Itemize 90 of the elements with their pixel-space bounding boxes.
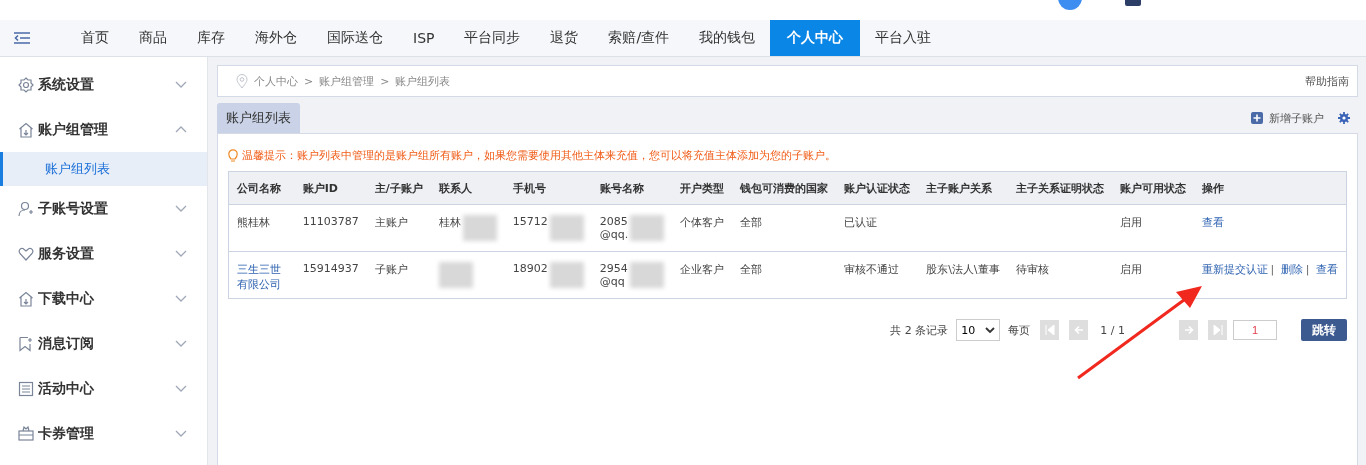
ticket-icon [18, 425, 34, 442]
column-header: 公司名称 [228, 171, 295, 205]
breadcrumb-separator: > [304, 74, 314, 88]
company-link[interactable]: 三生三世有限公司 [237, 262, 287, 292]
table-cell: 2954 @qq [599, 262, 628, 288]
action-link[interactable]: 查看 [1316, 263, 1338, 276]
prev-page-button[interactable] [1069, 320, 1089, 340]
table-cell: 18902 [512, 262, 548, 275]
right-arrow-icon [1183, 325, 1194, 335]
table-cell: 待审核 [1015, 262, 1049, 277]
table-cell: 2085 @qq. [599, 215, 629, 241]
nav-tab[interactable]: 海外仓 [240, 20, 312, 56]
list-icon [18, 380, 34, 397]
column-header: 主子关系证明状态 [1007, 171, 1112, 205]
jump-button[interactable]: 跳转 [1301, 319, 1347, 341]
nav-tab[interactable]: 首页 [66, 20, 124, 56]
table-cell: 审核不通过 [844, 262, 900, 277]
table-cell: 股东\法人\董事 [926, 262, 1000, 277]
lightbulb-icon [228, 148, 238, 163]
table-cell: 全部 [740, 215, 763, 230]
page-size-select[interactable]: 10 [956, 319, 1001, 341]
sidebar-subitem[interactable]: 账户组列表 [0, 152, 207, 186]
column-header: 账户认证状态 [836, 171, 919, 205]
user-icon [18, 200, 34, 217]
column-header: 开户类型 [672, 171, 733, 205]
table-cell: 个体客户 [680, 215, 725, 230]
last-page-icon [1212, 325, 1223, 335]
breadcrumb-link[interactable]: 账户组管理 [319, 73, 375, 89]
nav-tab[interactable]: 个人中心 [770, 20, 861, 56]
help-link[interactable]: 帮助指南 [1305, 73, 1349, 89]
last-page-button[interactable] [1208, 320, 1227, 340]
table-cell: 15914937 [302, 262, 359, 275]
table-cell: 启用 [1119, 262, 1142, 277]
column-header: 账号名称 [591, 171, 673, 205]
breadcrumb-link[interactable]: 账户组列表 [395, 73, 451, 89]
action-link[interactable]: 删除 [1280, 263, 1303, 276]
column-header: 联系人 [430, 171, 505, 205]
nav-tab[interactable]: 平台同步 [449, 20, 536, 56]
table-cell: 主账户 [374, 215, 408, 230]
nav-tab[interactable]: 商品 [124, 20, 182, 56]
house-icon [18, 121, 34, 138]
bookmark-icon [18, 335, 34, 352]
panel-tab[interactable]: 账户组列表 [217, 103, 300, 133]
nav-tab[interactable]: 国际送仓 [312, 20, 398, 56]
column-header: 账户ID [294, 171, 367, 205]
nav-tab[interactable]: ISP [398, 20, 450, 56]
settings-icon[interactable] [1338, 112, 1350, 124]
table-cell: 熊桂林 [237, 215, 270, 230]
action-link[interactable]: 查看 [1201, 216, 1224, 229]
column-header: 操作 [1193, 171, 1347, 205]
table-cell: 全部 [740, 262, 763, 277]
record-count: 共 2 条记录 [890, 322, 949, 338]
table-cell: 桂林 [438, 215, 461, 230]
column-header: 主/子账户 [366, 171, 431, 205]
nav-tab[interactable]: 库存 [182, 20, 240, 56]
column-header: 账户可用状态 [1111, 171, 1194, 205]
caret-icon [985, 327, 996, 333]
table-cell: 启用 [1119, 215, 1142, 230]
gear-icon [18, 76, 34, 93]
page-input[interactable]: 1 [1233, 320, 1277, 340]
action-separator: | [1305, 263, 1310, 276]
per-page-label: 每页 [1008, 322, 1031, 338]
house-icon [18, 290, 34, 307]
column-header: 钱包可消费的国家 [732, 171, 837, 205]
tip-text: 温馨提示：账户列表中管理的是账户组所有账户，如果您需要使用其他主体来充值，您可以将充值主体添加为您的子账户。 [242, 148, 836, 163]
table-cell: 11103787 [302, 215, 359, 228]
heart-icon [18, 245, 34, 262]
location-pin-icon [236, 73, 248, 89]
column-header: 主子账户关系 [918, 171, 1008, 205]
breadcrumb-link[interactable]: 个人中心 [254, 73, 298, 89]
plus-icon [1251, 112, 1263, 124]
first-page-icon [1044, 325, 1055, 335]
column-header: 手机号 [504, 171, 592, 205]
nav-tab[interactable]: 退货 [535, 20, 594, 56]
next-page-button[interactable] [1179, 320, 1198, 340]
action-link[interactable]: 重新提交认证 [1201, 263, 1268, 276]
first-page-button[interactable] [1040, 320, 1060, 340]
menu-icon[interactable] [14, 32, 30, 44]
left-arrow-icon [1073, 325, 1084, 335]
table-cell: 15712 [512, 215, 548, 228]
page-info: 1 / 1 [1100, 323, 1125, 337]
breadcrumb-separator: > [380, 74, 390, 88]
table-cell: 已认证 [844, 215, 878, 230]
table-cell: 企业客户 [680, 262, 725, 277]
nav-tab[interactable]: 平台入驻 [860, 20, 947, 56]
table-cell: 子账户 [374, 262, 408, 277]
nav-tab[interactable]: 我的钱包 [684, 20, 771, 56]
nav-tab[interactable]: 索赔/查件 [593, 20, 685, 56]
add-subaccount-button[interactable]: 新增子账户 [1245, 109, 1330, 127]
action-separator: | [1270, 263, 1275, 276]
